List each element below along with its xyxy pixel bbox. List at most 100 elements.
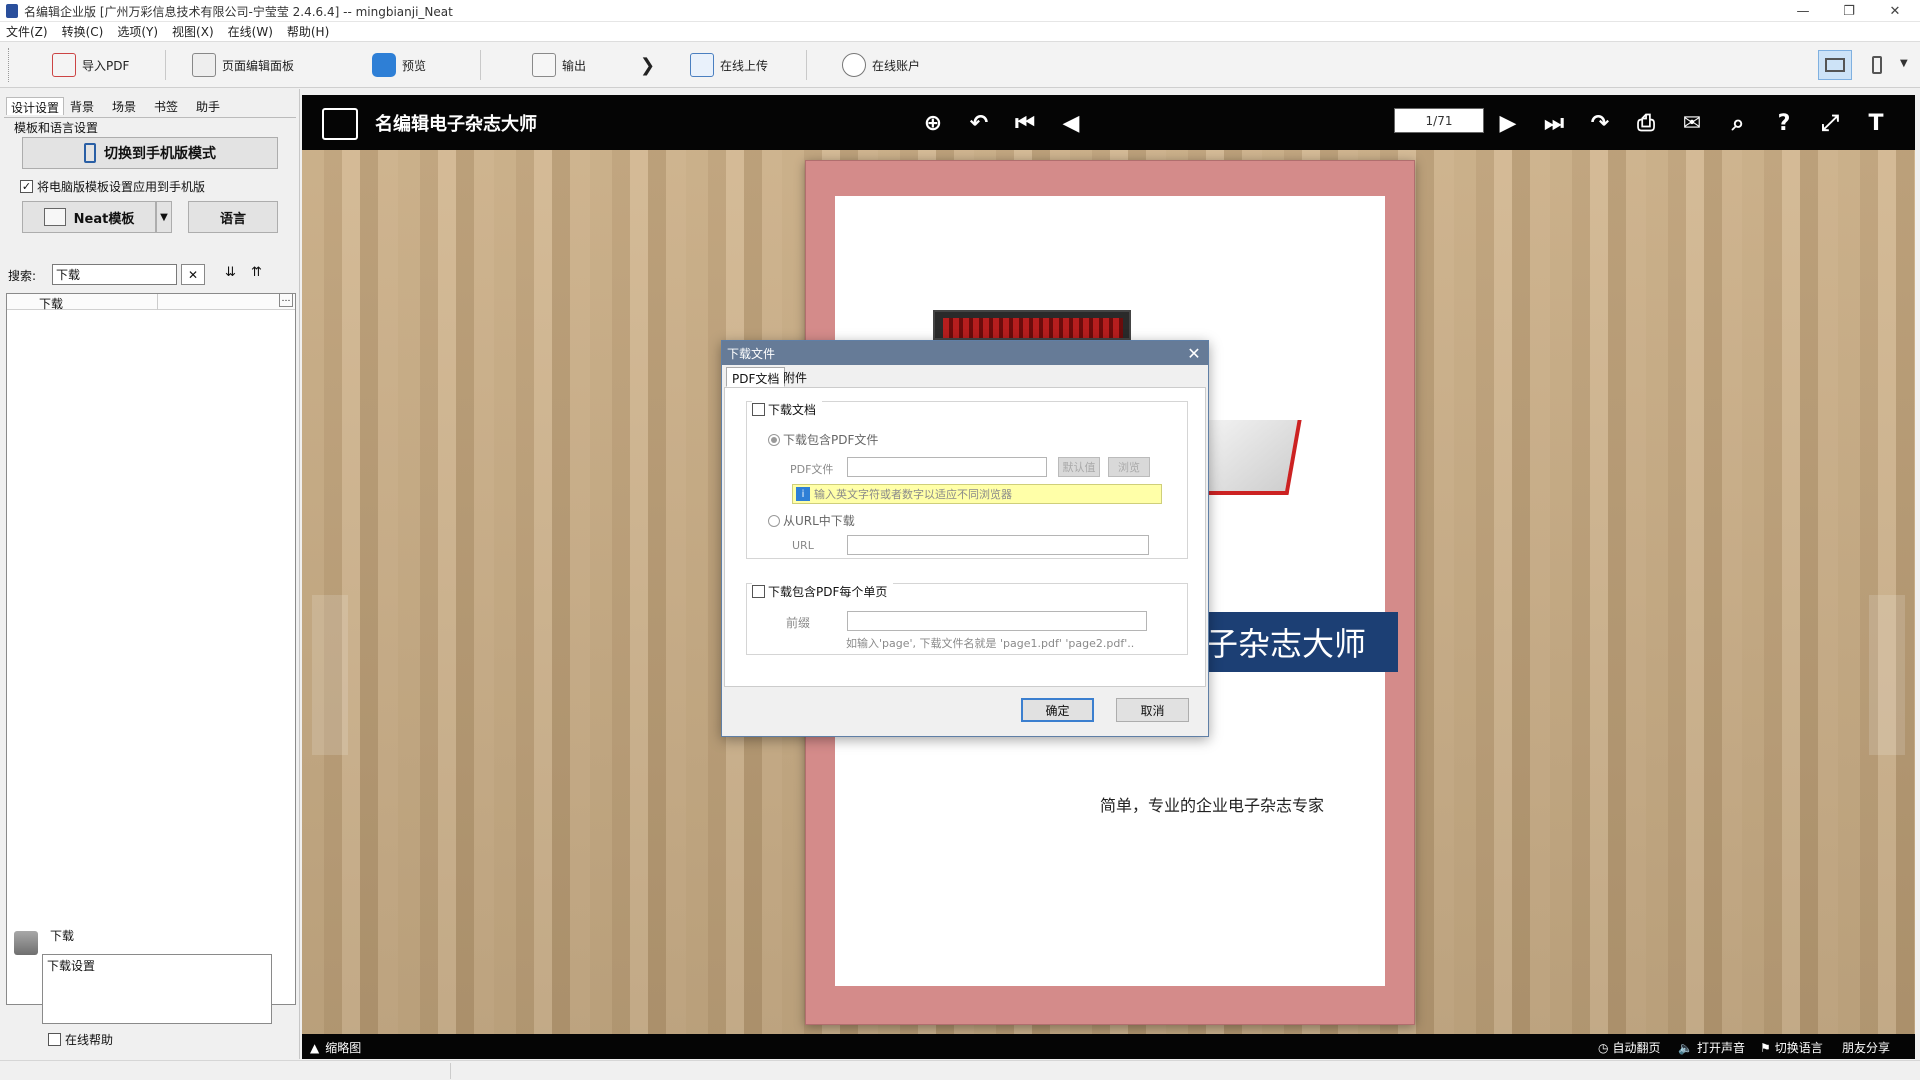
url-input[interactable] — [847, 535, 1149, 555]
online-help-label: 在线帮助 — [65, 1033, 114, 1047]
include-pdf-radio[interactable] — [768, 433, 780, 446]
first-page-icon[interactable]: ⏮ — [1011, 109, 1039, 137]
output-button[interactable]: 输出 — [532, 50, 586, 80]
tab-attachment[interactable]: 附件 — [778, 367, 812, 387]
prefix-input[interactable] — [847, 611, 1147, 631]
dialog-title: 下载文件 — [727, 346, 776, 361]
pdf-file-label: PDF文件 — [790, 463, 834, 476]
last-page-icon[interactable]: ⏭ — [1540, 109, 1568, 137]
logo-icon — [322, 108, 358, 140]
page-editor-label: 页面编辑面板 — [222, 58, 295, 73]
autoflip-button[interactable]: ◷ 自动翻页 — [1598, 1039, 1661, 1056]
preview-button[interactable]: 预览 — [372, 50, 426, 80]
print-icon[interactable]: ⎙ — [1632, 109, 1660, 137]
menu-options[interactable]: 选项(Y) — [117, 23, 158, 40]
menu-help[interactable]: 帮助(H) — [287, 23, 329, 40]
book-banner: 子杂志大师 — [1200, 612, 1398, 672]
thumbnails-label: 缩略图 — [325, 1041, 362, 1055]
share-friends-button[interactable]: 朋友分享 — [1842, 1039, 1890, 1056]
from-url-option[interactable]: 从URL中下载 — [768, 512, 855, 529]
include-pdf-option[interactable]: 下载包含PDF文件 — [768, 431, 878, 448]
download-setting-icon — [14, 931, 38, 955]
account-button[interactable]: 在线账户 — [842, 50, 920, 80]
online-help-option[interactable]: 在线帮助 — [48, 1031, 113, 1048]
help-icon[interactable]: ? — [1770, 109, 1798, 137]
tab-scene[interactable]: 场景 — [108, 97, 140, 115]
minimize-button[interactable]: — — [1780, 0, 1826, 22]
pdf-file-input[interactable] — [847, 457, 1047, 477]
from-url-radio[interactable] — [768, 514, 780, 527]
tab-bookmark[interactable]: 书签 — [150, 97, 182, 115]
switch-mobile-button[interactable]: 切换到手机版模式 — [22, 137, 278, 169]
menu-file[interactable]: 文件(Z) — [6, 23, 48, 40]
prev-page-icon[interactable]: ◀ — [1057, 109, 1085, 137]
ok-button[interactable]: 确定 — [1021, 698, 1094, 722]
text-icon[interactable]: T — [1862, 109, 1890, 137]
window-title: 名编辑企业版 [广州万彩信息技术有限公司-宁莹莹 2.4.6.4] -- min… — [24, 5, 453, 19]
apply-mobile-option[interactable]: ✓ 将电脑版模板设置应用到手机版 — [20, 178, 205, 195]
download-doc-checkbox[interactable] — [752, 403, 765, 416]
cloud-icon — [842, 53, 866, 77]
menu-view[interactable]: 视图(X) — [172, 23, 214, 40]
pdf-icon — [52, 53, 76, 77]
close-icon[interactable]: ✕ — [1184, 343, 1204, 363]
apply-mobile-label: 将电脑版模板设置应用到手机版 — [37, 180, 206, 194]
tab-pdf-document[interactable]: PDF文档 — [726, 367, 786, 387]
each-page-checkbox[interactable] — [752, 585, 765, 598]
download-doc-option[interactable]: 下载文档 — [752, 401, 823, 418]
output-label: 输出 — [562, 58, 587, 73]
prev-page-arrow[interactable] — [312, 595, 348, 755]
browse-button[interactable]: 浏览 — [1108, 457, 1150, 477]
undo-icon[interactable]: ↶ — [965, 109, 993, 137]
settings-list[interactable]: 下载 … — [6, 293, 296, 1005]
description-title: 下载 — [50, 929, 75, 943]
zoom-in-icon[interactable]: ⊕ — [919, 109, 947, 137]
language-button[interactable]: 语言 — [188, 201, 278, 233]
menu-online[interactable]: 在线(W) — [228, 23, 273, 40]
next-page-arrow[interactable] — [1869, 595, 1905, 755]
template-button[interactable]: Neat模板 — [22, 201, 156, 233]
search-input[interactable]: 下载 — [52, 264, 177, 285]
book-subtitle: 简单，专业的企业电子杂志专家 — [1100, 796, 1325, 815]
clear-search-icon[interactable]: ✕ — [181, 264, 205, 285]
tab-assistant[interactable]: 助手 — [192, 97, 224, 115]
page-editor-button[interactable]: 页面编辑面板 — [192, 50, 294, 80]
page-gear-icon — [192, 53, 216, 77]
restore-button[interactable]: ❐ — [1826, 0, 1872, 22]
status-bar — [0, 1060, 1920, 1080]
output-doc-icon — [532, 53, 556, 77]
mail-icon[interactable]: ✉ — [1678, 109, 1706, 137]
page-indicator-input[interactable]: 1/71 — [1394, 108, 1484, 133]
online-help-checkbox[interactable] — [48, 1033, 61, 1046]
share-icon[interactable]: ↷ — [1586, 109, 1614, 137]
import-pdf-button[interactable]: 导入PDF — [52, 50, 129, 80]
chevron-right-icon[interactable]: ❯ — [640, 50, 655, 80]
app-icon — [6, 4, 18, 18]
tab-design[interactable]: 设计设置 — [6, 97, 65, 115]
expand-all-icon[interactable]: ⇊ — [225, 265, 236, 280]
search-icon[interactable]: ⌕ — [1724, 109, 1752, 137]
upload-button[interactable]: 在线上传 — [690, 50, 768, 80]
tab-background[interactable]: 背景 — [66, 97, 98, 115]
close-button[interactable]: ✕ — [1872, 0, 1918, 22]
collapse-all-icon[interactable]: ⇈ — [251, 265, 262, 280]
mode-dropdown-icon[interactable]: ▼ — [1900, 58, 1908, 69]
fullscreen-icon[interactable]: ⤢ — [1816, 109, 1844, 137]
default-button[interactable]: 默认值 — [1058, 457, 1100, 477]
apply-mobile-checkbox[interactable]: ✓ — [20, 180, 33, 193]
list-item-download: 下载 — [39, 297, 64, 311]
thumbnails-button[interactable]: ▲ 缩略图 — [310, 1039, 361, 1056]
language-switch-button[interactable]: ⚑ 切换语言 — [1760, 1039, 1823, 1056]
list-row[interactable]: 下载 … — [7, 293, 295, 311]
next-page-icon[interactable]: ▶ — [1494, 109, 1522, 137]
template-dropdown-icon[interactable]: ▼ — [156, 201, 172, 233]
ellipsis-button[interactable]: … — [279, 293, 293, 307]
menu-convert[interactable]: 转换(C) — [62, 23, 104, 40]
cancel-button[interactable]: 取消 — [1116, 698, 1189, 722]
each-page-option[interactable]: 下载包含PDF每个单页 — [752, 583, 894, 600]
toolbar-separator — [806, 50, 807, 80]
sound-button[interactable]: 🔈 打开声音 — [1678, 1039, 1745, 1056]
phone-icon — [1872, 56, 1882, 74]
desktop-mode-button[interactable] — [1818, 50, 1852, 80]
mobile-mode-button[interactable] — [1866, 50, 1888, 80]
